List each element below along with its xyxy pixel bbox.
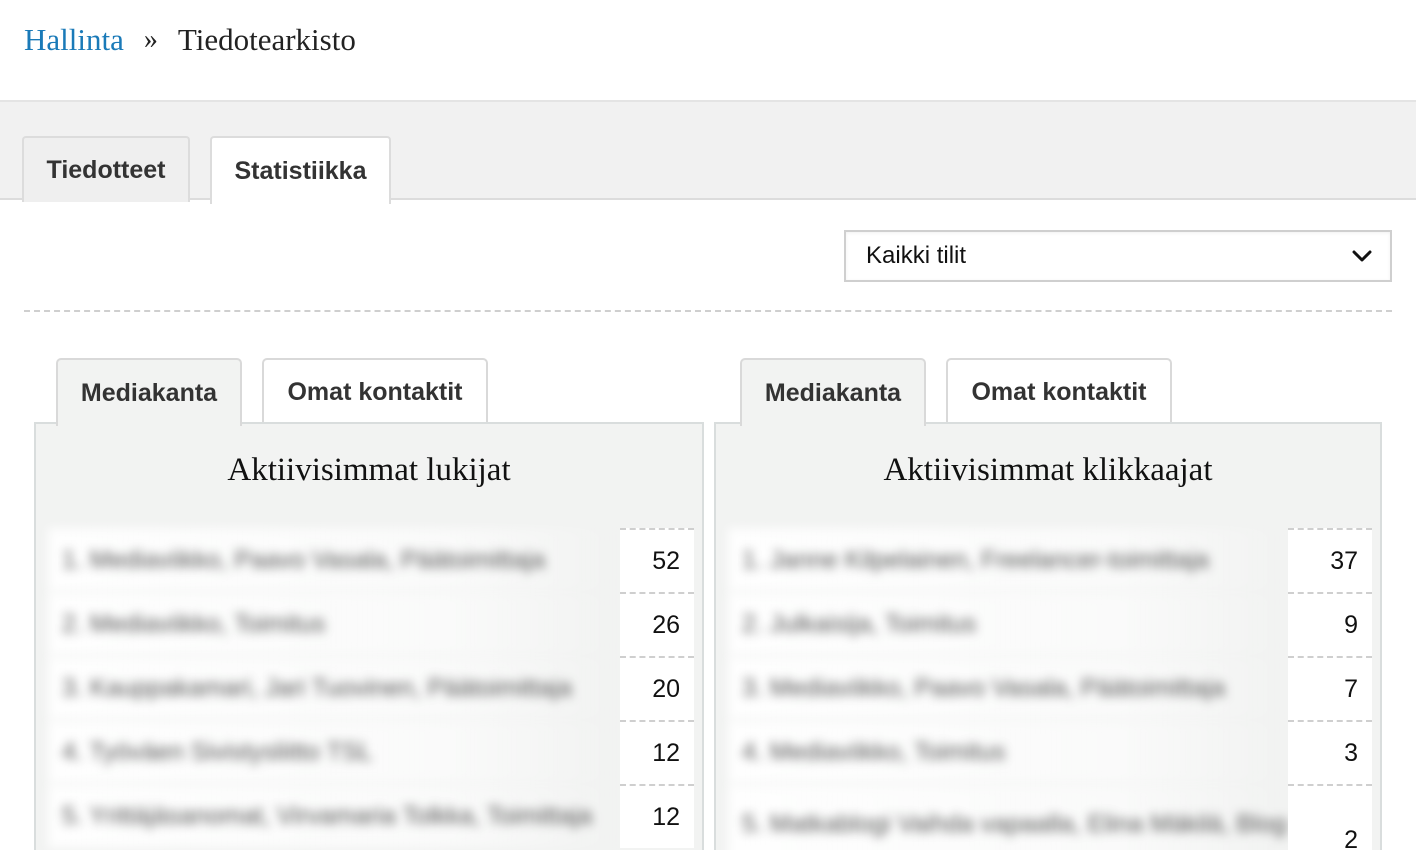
- reader-count: 12: [620, 784, 694, 848]
- right-tab-mediakanta[interactable]: Mediakanta: [740, 358, 926, 426]
- list-item[interactable]: 5. Matkablogi Vaihda vapaalla, Elina Mäk…: [728, 784, 1372, 850]
- breadcrumb-separator: »: [143, 24, 158, 55]
- chevron-down-icon: [1352, 250, 1372, 262]
- clicker-name: 2. Julkaisija, Toimitus: [728, 592, 1288, 656]
- list-item[interactable]: 2. Julkaisija, Toimitus 9: [728, 592, 1372, 656]
- reader-count: 20: [620, 656, 694, 720]
- reader-name: 5. Yrittäjäsanomat, Virvamaria Tolkka, T…: [48, 784, 620, 848]
- clicker-name: 3. Mediaviikko, Paavo Vasala, Päätoimitt…: [728, 656, 1288, 720]
- left-tab-omat-kontaktit[interactable]: Omat kontaktit: [262, 358, 488, 424]
- reader-name: 3. Kauppakamari, Jari Tuovinen, Päätoimi…: [48, 656, 620, 720]
- account-filter-select[interactable]: Kaikki tilit: [844, 230, 1392, 282]
- reader-name: 1. Mediaviikko, Paavo Vasala, Päätoimitt…: [48, 528, 620, 592]
- reader-name: 4. Työväen Sivistysliitto TSL: [48, 720, 620, 784]
- clicker-name: 4. Mediaviikko, Toimitus: [728, 720, 1288, 784]
- list-item[interactable]: 3. Kauppakamari, Jari Tuovinen, Päätoimi…: [48, 656, 694, 720]
- clicker-count: 2: [1288, 784, 1372, 850]
- list-item[interactable]: 1. Mediaviikko, Paavo Vasala, Päätoimitt…: [48, 528, 694, 592]
- list-item[interactable]: 2. Mediaviikko, Toimitus 26: [48, 592, 694, 656]
- list-item[interactable]: 4. Mediaviikko, Toimitus 3: [728, 720, 1372, 784]
- clicker-name: 5. Matkablogi Vaihda vapaalla, Elina Mäk…: [728, 784, 1288, 850]
- list-item[interactable]: 5. Yrittäjäsanomat, Virvamaria Tolkka, T…: [48, 784, 694, 848]
- breadcrumb: Hallinta » Tiedotearkisto: [24, 20, 356, 60]
- clicker-count: 7: [1288, 656, 1372, 720]
- breadcrumb-link-hallinta[interactable]: Hallinta: [24, 22, 124, 58]
- reader-name: 2. Mediaviikko, Toimitus: [48, 592, 620, 656]
- tab-statistiikka[interactable]: Statistiikka: [210, 136, 391, 204]
- clicker-count: 3: [1288, 720, 1372, 784]
- main-tab-bar: Tiedotteet Statistiikka: [0, 100, 1416, 204]
- list-item[interactable]: 3. Mediaviikko, Paavo Vasala, Päätoimitt…: [728, 656, 1372, 720]
- tab-tiedotteet[interactable]: Tiedotteet: [22, 136, 190, 202]
- active-readers-panel: Aktiivisimmat lukijat 1. Mediaviikko, Pa…: [34, 422, 704, 850]
- panel-title-clickers: Aktiivisimmat klikkaajat: [883, 452, 1213, 488]
- page-title: Tiedotearkisto: [177, 22, 356, 57]
- active-clickers-panel: Aktiivisimmat klikkaajat 1. Janne Kilpel…: [714, 422, 1382, 850]
- list-item[interactable]: 1. Janne Kilpelainen, Freelancer-toimitt…: [728, 528, 1372, 592]
- reader-count: 12: [620, 720, 694, 784]
- reader-count: 52: [620, 528, 694, 592]
- list-item[interactable]: 4. Työväen Sivistysliitto TSL 12: [48, 720, 694, 784]
- clicker-count: 9: [1288, 592, 1372, 656]
- section-divider: [24, 310, 1392, 312]
- clicker-name: 1. Janne Kilpelainen, Freelancer-toimitt…: [728, 528, 1288, 592]
- panel-title-readers: Aktiivisimmat lukijat: [227, 452, 511, 488]
- left-tab-mediakanta[interactable]: Mediakanta: [56, 358, 242, 426]
- clicker-count: 37: [1288, 528, 1372, 592]
- right-tab-omat-kontaktit[interactable]: Omat kontaktit: [946, 358, 1172, 424]
- account-filter-value: Kaikki tilit: [866, 242, 967, 269]
- reader-count: 26: [620, 592, 694, 656]
